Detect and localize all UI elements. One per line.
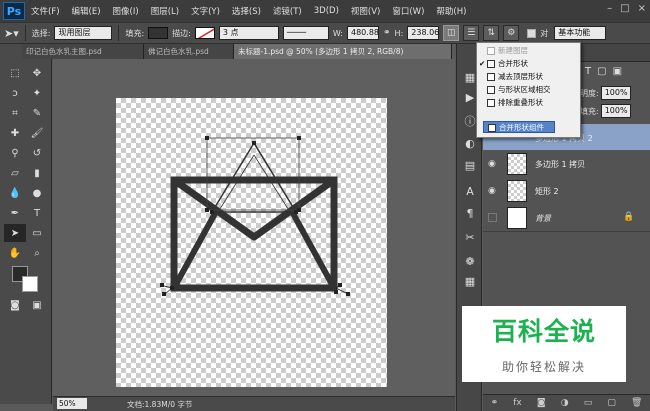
menu-item-combine-shapes[interactable]: ✔ 合并形状 bbox=[477, 58, 580, 70]
menu-item-label: 减去顶层形状 bbox=[498, 72, 543, 81]
link-layers-icon[interactable]: ⚭ bbox=[491, 398, 499, 408]
watermark-logo: 百科全说 助你轻松解决 bbox=[462, 306, 626, 382]
filter-shape-icon[interactable]: ▢ bbox=[597, 66, 606, 77]
intersect-shape-icon bbox=[487, 86, 495, 94]
grid-panel-icon[interactable]: ▦ bbox=[461, 272, 479, 290]
fill-field[interactable]: 100% bbox=[600, 104, 631, 118]
layer-name: 矩形 2 bbox=[535, 187, 559, 196]
fx-icon[interactable]: fx bbox=[513, 398, 522, 408]
visibility-eye-icon[interactable]: ◉ bbox=[488, 159, 496, 169]
path-operations-menu: 新建图层 ✔ 合并形状 减去顶层形状 与形状区域相交 排除重叠形状 合并形状组件 bbox=[476, 42, 581, 138]
menu-item-label: 合并形状 bbox=[498, 59, 528, 68]
layer-filter-icons: T ▢ ▣ bbox=[585, 66, 622, 77]
fill-row: 填充: 100% bbox=[580, 104, 631, 118]
fill-label: 填充: bbox=[580, 106, 599, 116]
layer-row[interactable]: ◉ 矩形 2 bbox=[483, 177, 650, 205]
watermark-title: 百科全说 bbox=[491, 317, 596, 346]
adjustment-icon[interactable]: ◑ bbox=[561, 398, 569, 408]
visibility-eye-icon[interactable]: ◉ bbox=[488, 186, 496, 196]
menu-item-new-layer[interactable]: 新建图层 bbox=[477, 45, 580, 57]
tool-presets-icon[interactable]: ✂ bbox=[461, 228, 479, 246]
lock-icon: 🔒 bbox=[623, 212, 635, 222]
paragraph-panel-icon[interactable]: ¶ bbox=[461, 204, 479, 222]
group-folder-icon[interactable]: ▭ bbox=[584, 398, 593, 408]
mask-icon[interactable]: ◙ bbox=[537, 398, 546, 408]
watermark-subtitle: 助你轻松解决 bbox=[501, 360, 586, 374]
checkmark: ✔ bbox=[479, 59, 486, 68]
layer-name: 背景 bbox=[535, 214, 551, 223]
layer-row[interactable]: ◉ 多边形 1 拷贝 bbox=[483, 150, 650, 178]
menu-item-label: 与形状区域相交 bbox=[498, 85, 551, 94]
layer-row[interactable]: 背景 🔒 bbox=[483, 204, 650, 232]
layer-thumbnail bbox=[507, 207, 527, 229]
menu-item-exclude-overlap[interactable]: 排除重叠形状 bbox=[477, 97, 580, 109]
filter-smart-icon[interactable]: ▣ bbox=[613, 66, 622, 77]
layer-thumbnail bbox=[507, 180, 527, 202]
styles-panel-icon[interactable]: ❁ bbox=[461, 252, 479, 270]
menu-item-merge-components[interactable]: 合并形状组件 bbox=[483, 121, 555, 133]
exclude-overlap-icon bbox=[487, 99, 495, 107]
new-layer-icon[interactable]: ▢ bbox=[607, 398, 616, 408]
opacity-row: 明度: 100% bbox=[580, 86, 631, 100]
swatches-icon[interactable]: ▤ bbox=[461, 156, 479, 174]
menu-item-label: 新建图层 bbox=[498, 46, 528, 55]
layer-name: 多边形 1 拷贝 bbox=[535, 160, 586, 169]
layer-thumbnail bbox=[507, 153, 527, 175]
status-bar: 50% 文档:1.83M/0 字节 bbox=[53, 396, 455, 411]
delete-layer-icon[interactable]: 🗑 bbox=[631, 398, 642, 408]
opacity-field[interactable]: 100% bbox=[600, 86, 631, 100]
menu-item-subtract-front[interactable]: 减去顶层形状 bbox=[477, 71, 580, 83]
combine-shapes-icon bbox=[487, 60, 495, 68]
menu-item-intersect[interactable]: 与形状区域相交 bbox=[477, 84, 580, 96]
layers-panel-footer: ⚭ fx ◙ ◑ ▭ ▢ 🗑 bbox=[483, 394, 650, 411]
zoom-field[interactable]: 50% bbox=[57, 398, 87, 409]
menu-item-label: 排除重叠形状 bbox=[498, 98, 543, 107]
visibility-toggle[interactable] bbox=[488, 213, 497, 222]
character-panel-icon[interactable]: A bbox=[461, 182, 479, 200]
merge-components-icon bbox=[488, 124, 496, 132]
filter-type-icon[interactable]: T bbox=[585, 66, 591, 77]
subtract-shape-icon bbox=[487, 73, 495, 81]
document-size: 文档:1.83M/0 字节 bbox=[127, 400, 193, 409]
menu-item-label: 合并形状组件 bbox=[499, 123, 544, 132]
opacity-label: 明度: bbox=[580, 88, 599, 98]
new-layer-op-icon bbox=[487, 47, 495, 55]
